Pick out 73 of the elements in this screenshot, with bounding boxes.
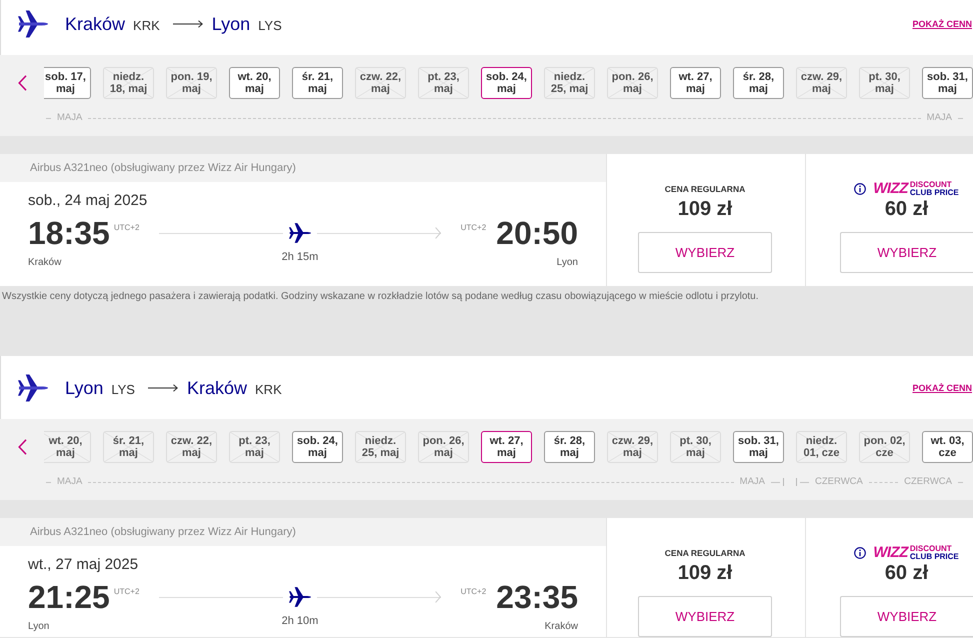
timezone-label: UTC+2 [460,587,486,597]
arrival-time: 23:35 [496,578,578,617]
date-button[interactable]: sob. 24, maj [292,431,343,463]
airplane-icon [289,223,311,243]
fare-title-line: DISCOUNT [910,181,953,189]
destination-city: Kraków [186,378,248,398]
airplane-icon [18,374,48,402]
info-icon[interactable] [854,547,866,559]
flight-date: wt., 27 maj 2025 [28,556,138,574]
date-button[interactable]: sob. 31, maj [922,67,973,99]
destination-city: Lyon [212,14,250,34]
fare-price: 60 zł [884,561,928,585]
origin-city: Kraków [65,14,126,34]
destination-code: KRK [255,382,282,396]
select-fare-button[interactable]: WYBIERZ [638,232,772,273]
select-fare-button[interactable]: WYBIERZ [638,596,772,637]
origin-city: Kraków [28,257,62,269]
arrival-time: 20:50 [496,214,578,253]
arrow-icon [172,20,203,28]
date-button[interactable]: śr. 21, maj [292,67,343,99]
chevron-left-icon [18,75,26,91]
aircraft-info: Airbus A321neo (obsługiwany przez Wizz Air Hungary) [0,154,606,182]
month-label: MAJA [57,476,82,488]
fare-title-line: CLUB PRICE [910,553,959,561]
month-label: MAJA [57,112,82,124]
select-fare-button[interactable]: WYBIERZ [840,232,973,273]
timezone-label: UTC+2 [114,223,140,233]
month-label: MAJA [740,476,765,488]
brand-logo: WIZZ [873,545,908,561]
chevron-left-icon [18,439,26,455]
date-button[interactable]: śr. 28, maj [733,67,784,99]
departure-time: 18:35 [28,214,110,253]
month-label: CZERWCA [815,476,863,488]
fare-title: CENA REGULARNA [664,184,746,194]
price-note: Wszystkie ceny dotyczą jednego pasażera i zawierają podatki. Godziny wskazane w rozkładzie lotów są podane według czasu obowiązującego w mieście odlotu i przylotu. [2,290,759,304]
flight-duration: 2h 15m [282,251,318,265]
date-button[interactable]: wt. 20, maj [229,67,280,99]
airplane-icon [18,10,48,38]
fare-price: 109 zł [678,561,732,585]
destination-code: LYS [258,18,282,32]
origin-code: KRK [133,18,160,32]
fare-title-line: CLUB PRICE [910,189,959,197]
month-label: MAJA [926,112,952,124]
airplane-icon [289,587,311,607]
date-button[interactable]: wt. 03, cze [922,431,973,463]
show-prices-link[interactable]: POKAŻ CENN [912,383,972,393]
date-button[interactable]: sob. 17, maj [44,67,91,99]
date-button[interactable]: sob. 24, maj [481,67,532,99]
date-button[interactable]: sob. 31, maj [733,431,784,463]
flight-duration: 2h 10m [282,615,318,629]
origin-code: LYS [111,382,135,396]
aircraft-info: Airbus A321neo (obsługiwany przez Wizz Air Hungary) [0,518,606,546]
fare-price: 60 zł [884,197,928,221]
date-button[interactable]: wt. 27, maj [670,67,721,99]
brand-logo: WIZZ [873,181,908,197]
timezone-label: UTC+2 [460,223,486,233]
month-label: CZERWCA [904,476,952,488]
departure-time: 21:25 [28,578,110,617]
flight-date: sob., 24 maj 2025 [28,192,148,210]
timezone-label: UTC+2 [114,587,140,597]
origin-city: Lyon [65,378,104,398]
date-button[interactable]: śr. 28, maj [544,431,595,463]
info-icon[interactable] [854,183,866,195]
destination-city: Kraków [544,621,578,633]
select-fare-button[interactable]: WYBIERZ [840,596,973,637]
destination-city: Lyon [556,257,578,269]
origin-city: Lyon [28,621,50,633]
fare-price: 109 zł [678,197,732,221]
arrow-icon [148,384,178,392]
fare-title: CENA REGULARNA [664,548,746,558]
date-button[interactable]: wt. 27, maj [481,431,532,463]
show-prices-link[interactable]: POKAŻ CENN [912,19,972,29]
fare-title-line: DISCOUNT [910,545,953,553]
